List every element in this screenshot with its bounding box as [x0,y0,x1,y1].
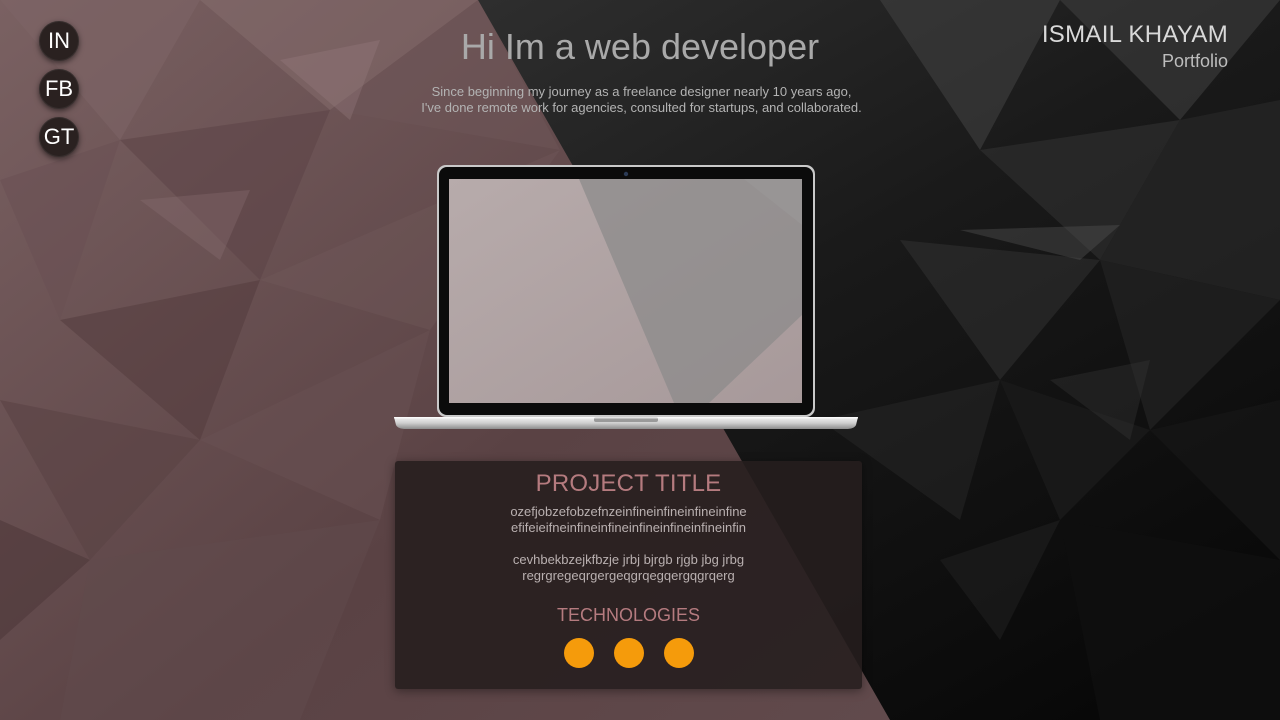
project-description-line: efifeieifneinfineinfineinfineinfineinfin… [511,520,746,535]
hero-line: I've done remote work for agencies, cons… [421,100,862,115]
project-title: PROJECT TITLE [535,470,722,497]
laptop-mockup [394,165,858,433]
technology-3-icon[interactable] [664,638,694,668]
hero-description: Since beginning my journey as a freelanc… [0,84,1280,116]
project-description-line: ozefjobzefobzefnzeinfineinfineinfineinfi… [510,504,747,519]
technologies-heading: TECHNOLOGIES [556,605,701,625]
hero-title: Hi Im a web developer [460,26,820,67]
github-button[interactable]: GT [39,117,79,157]
project-details-line: cevhbekbzejkfbzje jrbj bjrgb rjgb jbg jr… [512,552,745,567]
project-details-line: regrgregeqrgergeqgrqegqergqgrqerg [522,568,735,583]
project-description: ozefjobzefobzefnzeinfineinfineinfineinfi… [395,504,862,536]
laptop-image [394,165,858,429]
project-card: PROJECT TITLE ozefjobzefobzefnzeinfinein… [395,461,862,689]
hero-line: Since beginning my journey as a freelanc… [431,84,852,99]
technologies-list [564,638,694,668]
project-details: cevhbekbzejkfbzje jrbj bjrgb rjgb jbg jr… [395,552,862,584]
technology-1-icon[interactable] [564,638,594,668]
technology-2-icon[interactable] [614,638,644,668]
